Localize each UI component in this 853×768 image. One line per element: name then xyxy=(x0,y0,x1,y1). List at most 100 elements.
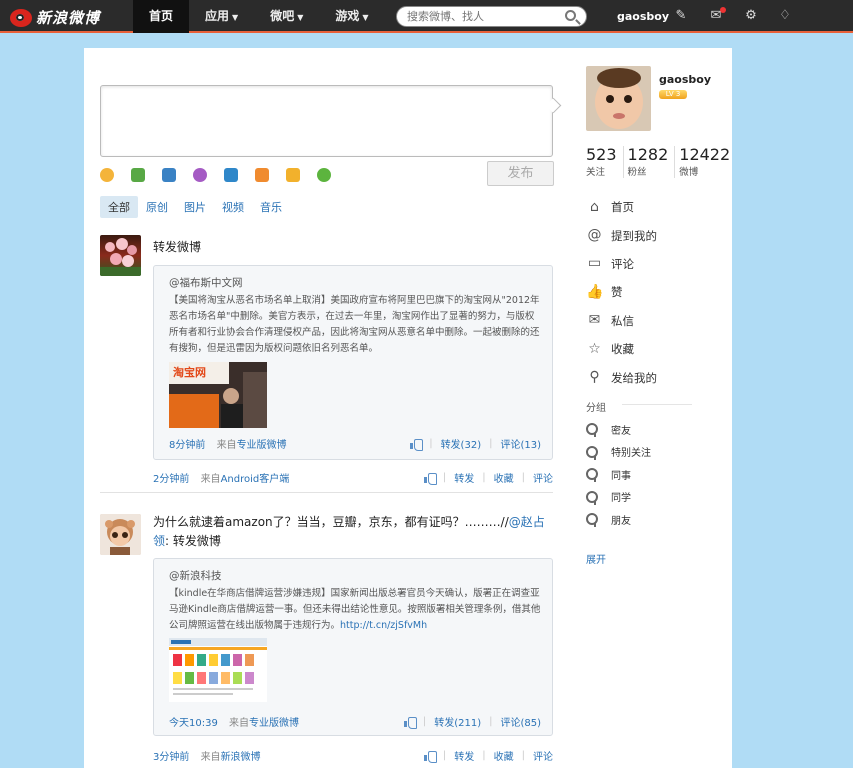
short-url-link[interactable]: http://t.cn/zjSfvMh xyxy=(340,620,427,631)
heart-icon[interactable] xyxy=(286,168,300,182)
quote-time-link[interactable]: 今天10:39 xyxy=(169,718,218,729)
post-text: 为什么就逮着amazon了？当当，豆瓣，京东，都有证吗？………//@赵占领: 转… xyxy=(153,513,553,551)
separator: | xyxy=(482,472,486,483)
profile-username-link[interactable]: gaosboy xyxy=(659,73,711,86)
nav-weiba[interactable]: 微吧 ▼ xyxy=(254,0,319,33)
emoji-icon[interactable] xyxy=(100,168,114,182)
post-text-tail: : 转发微博 xyxy=(165,534,221,548)
separator: | xyxy=(489,438,493,449)
compose-textarea[interactable] xyxy=(100,85,553,157)
repost-link[interactable]: 转发 xyxy=(454,748,474,763)
thumb-up-icon[interactable] xyxy=(423,472,437,485)
kindle-store-screenshot xyxy=(169,638,267,702)
top-username-link[interactable]: gaosboy xyxy=(617,10,669,23)
post-time-link[interactable]: 3分钟前 xyxy=(153,752,189,763)
group-title: 分组 xyxy=(586,403,606,414)
comment-link[interactable]: 评论 xyxy=(533,470,553,485)
music-icon[interactable] xyxy=(193,168,207,182)
group-list: 密友 特别关注 同事 同学 朋友 xyxy=(586,418,651,531)
group-label: 同事 xyxy=(611,470,631,482)
nav-home[interactable]: 首页 xyxy=(133,0,190,33)
quote-source-link[interactable]: 专业版微博 xyxy=(249,718,299,729)
profile-avatar[interactable] xyxy=(586,66,651,131)
stat-followers[interactable]: 1282 粉丝 xyxy=(628,146,676,178)
quote-image[interactable] xyxy=(169,638,267,702)
quote-image[interactable]: 淘宝网 xyxy=(169,362,267,428)
sidebar-item-mentions[interactable]: @ 提到我的 xyxy=(586,221,726,249)
message-icon[interactable]: ✉ xyxy=(709,7,726,23)
avatar[interactable] xyxy=(100,514,141,555)
quote-comment-link[interactable]: 评论(13) xyxy=(500,436,541,451)
topic-icon[interactable] xyxy=(224,168,238,182)
filter-videos[interactable]: 视频 xyxy=(214,196,252,218)
sidebar-item-sent-to-me[interactable]: ⚲ 发给我的 xyxy=(586,363,726,391)
quote-comment-link[interactable]: 评论(85) xyxy=(500,714,541,729)
level-badge[interactable]: LV 3 xyxy=(659,90,687,99)
stat-following[interactable]: 523 关注 xyxy=(586,146,624,178)
quote-repost-link[interactable]: 转发(32) xyxy=(441,436,482,451)
thumb-up-icon[interactable] xyxy=(403,716,417,729)
diamond-icon[interactable]: ♢ xyxy=(778,9,792,23)
chevron-down-icon: ▼ xyxy=(232,13,239,22)
group-item[interactable]: 密友 xyxy=(586,418,651,441)
thumb-up-icon[interactable] xyxy=(410,438,424,451)
quote-footer: 今天10:39 来自专业版微博 | 转发(211) | 评论(85) xyxy=(169,714,541,729)
comment-link[interactable]: 评论 xyxy=(533,748,553,763)
post-source-link[interactable]: Android客户端 xyxy=(221,474,290,485)
nav-apps[interactable]: 应用 ▼ xyxy=(189,0,254,33)
sidebar-item-label: 首页 xyxy=(611,200,634,215)
separator: | xyxy=(482,750,486,761)
quote-source-link[interactable]: 专业版微博 xyxy=(237,440,287,451)
stat-number: 12422 xyxy=(679,145,731,164)
group-item[interactable]: 同学 xyxy=(586,486,651,509)
search-input[interactable] xyxy=(397,7,557,26)
group-item[interactable]: 同事 xyxy=(586,463,651,486)
sidebar-item-home[interactable]: ⌂ 首页 xyxy=(586,193,726,221)
quote-author-link[interactable]: @福布斯中文网 xyxy=(169,275,243,290)
sidebar-item-label: 私信 xyxy=(611,313,634,328)
edit-icon[interactable]: ✎ xyxy=(674,9,688,23)
group-label: 特别关注 xyxy=(611,448,651,460)
filter-original[interactable]: 原创 xyxy=(138,196,176,218)
quote-time-link[interactable]: 8分钟前 xyxy=(169,440,205,451)
weibo-logo[interactable]: 新浪微博 xyxy=(10,7,100,28)
sidebar-item-comments[interactable]: ▭ 评论 xyxy=(586,250,726,278)
compose-toolbar xyxy=(100,168,348,182)
filter-all[interactable]: 全部 xyxy=(100,196,138,218)
feed-divider xyxy=(100,492,553,493)
stat-label: 关注 xyxy=(586,167,606,178)
repost-link[interactable]: 转发 xyxy=(454,470,474,485)
gear-icon[interactable]: ⚙ xyxy=(744,9,758,23)
stat-posts[interactable]: 12422 微博 xyxy=(679,145,736,179)
sidebar-item-messages[interactable]: ✉ 私信 xyxy=(586,307,726,335)
video-icon[interactable] xyxy=(162,168,176,182)
expand-groups-link[interactable]: 展开 xyxy=(586,551,606,566)
publish-button[interactable]: 发布 xyxy=(487,161,554,186)
search-box xyxy=(396,6,587,27)
filter-music[interactable]: 音乐 xyxy=(252,196,290,218)
group-item[interactable]: 朋友 xyxy=(586,508,651,531)
search-icon[interactable] xyxy=(565,10,576,21)
post-text: 转发微博 xyxy=(153,240,202,254)
quote-repost-link[interactable]: 转发(211) xyxy=(434,714,481,729)
sidebar-item-favorites[interactable]: ☆ 收藏 xyxy=(586,335,726,363)
taobao-photo: 淘宝网 xyxy=(169,362,267,428)
sidebar-item-label: 收藏 xyxy=(611,342,634,357)
sidebar-item-likes[interactable]: 👍 赞 xyxy=(586,278,726,306)
more-icon[interactable] xyxy=(317,168,331,182)
nav-games[interactable]: 游戏 ▼ xyxy=(319,0,384,33)
main-nav: 首页 应用 ▼ 微吧 ▼ 游戏 ▼ xyxy=(133,0,385,33)
post-time-link[interactable]: 2分钟前 xyxy=(153,474,189,485)
post-source-link[interactable]: 新浪微博 xyxy=(221,752,261,763)
image-icon[interactable] xyxy=(131,168,145,182)
favorite-link[interactable]: 收藏 xyxy=(494,470,514,485)
avatar[interactable] xyxy=(100,235,141,276)
thumb-up-icon[interactable] xyxy=(423,750,437,763)
vote-icon[interactable] xyxy=(255,168,269,182)
favorite-link[interactable]: 收藏 xyxy=(494,748,514,763)
group-item[interactable]: 特别关注 xyxy=(586,441,651,464)
quote-author-link[interactable]: @新浪科技 xyxy=(169,568,222,583)
stat-label: 微博 xyxy=(679,167,699,178)
group-label: 密友 xyxy=(611,425,631,437)
filter-images[interactable]: 图片 xyxy=(176,196,214,218)
